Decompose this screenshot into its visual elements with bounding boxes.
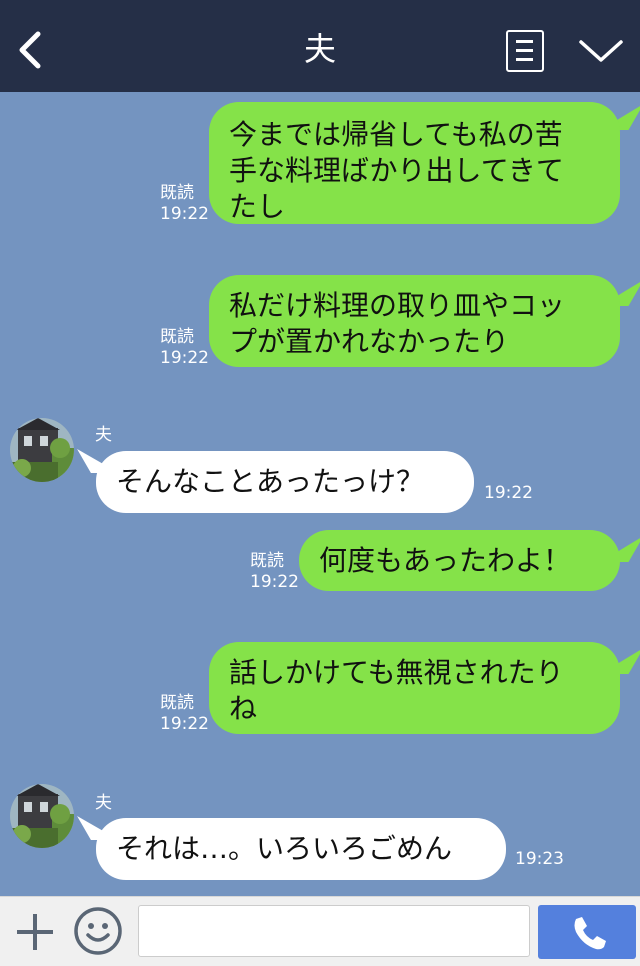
emoji-icon[interactable] [72, 905, 124, 957]
phone-icon [574, 917, 606, 950]
sender-name: 夫 [95, 425, 112, 445]
message-bubble-outgoing[interactable]: 話しかけても無視されたり ね [209, 642, 620, 734]
chat-header: 夫 [0, 0, 640, 92]
message-bubble-outgoing[interactable]: 私だけ料理の取り皿やコッ プが置かれなかったり [209, 275, 620, 367]
sender-avatar[interactable] [10, 784, 74, 848]
read-receipt: 既読 19:22 [160, 183, 209, 224]
chevron-down-icon[interactable] [578, 36, 624, 66]
read-receipt: 既読 19:22 [250, 551, 299, 592]
message-bubble-outgoing[interactable]: 今までは帰省しても私の苦 手な料理ばかり出してきて たし [209, 102, 620, 224]
message-input[interactable] [138, 905, 530, 957]
message-time: 19:23 [515, 849, 564, 869]
read-receipt: 既読 19:22 [160, 327, 209, 368]
message-bubble-outgoing[interactable]: 何度もあったわよ！ [299, 530, 620, 591]
message-bubble-incoming[interactable]: それは…。いろいろごめん [96, 818, 506, 880]
message-time: 19:22 [484, 483, 533, 503]
message-input-bar [0, 896, 640, 966]
plus-icon[interactable] [14, 911, 56, 953]
sender-avatar[interactable] [10, 418, 74, 482]
call-button[interactable] [538, 905, 636, 959]
read-receipt: 既読 19:22 [160, 693, 209, 734]
message-bubble-incoming[interactable]: そんなことあったっけ？ [96, 451, 474, 513]
sender-name: 夫 [95, 793, 112, 813]
menu-icon[interactable] [506, 30, 544, 72]
chat-title: 夫 [303, 30, 336, 68]
message-list[interactable]: 既読 19:22 今までは帰省しても私の苦 手な料理ばかり出してきて たし 既読… [0, 92, 640, 896]
